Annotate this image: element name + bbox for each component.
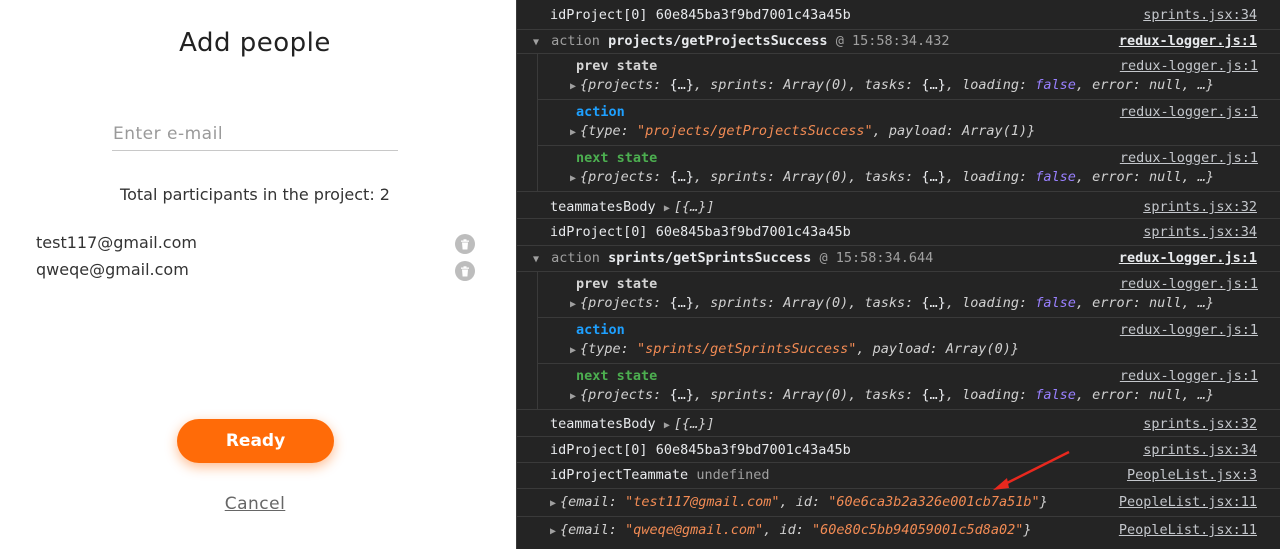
console-log-line: teammatesBody ▶ [{…}] sprints.jsx:32	[517, 192, 1280, 219]
source-link[interactable]: redux-logger.js:1	[1120, 58, 1258, 74]
devtools-console: idProject[0] 60e845ba3f9bd7001c43a45b sp…	[516, 0, 1280, 549]
source-link[interactable]: sprints.jsx:34	[1143, 442, 1257, 458]
source-link[interactable]: sprints.jsx:34	[1143, 224, 1257, 240]
redux-action-group-header[interactable]: ▼ action sprints/getSprintsSuccess @ 15:…	[517, 246, 1280, 272]
source-link[interactable]: sprints.jsx:34	[1143, 7, 1257, 23]
source-link[interactable]: redux-logger.js:1	[1119, 250, 1257, 266]
delete-participant-button[interactable]	[455, 234, 475, 254]
next-state-entry: next state redux-logger.js:1 ▶ {projects:…	[570, 368, 1258, 403]
prev-state-entry: prev state redux-logger.js:1 ▶ {projects:…	[538, 272, 1280, 318]
redux-action-group-body: prev state redux-logger.js:1 ▶ {projects:…	[537, 54, 1280, 191]
expand-triangle-icon[interactable]: ▶	[570, 173, 576, 184]
expand-triangle-icon[interactable]: ▶	[570, 299, 576, 310]
ready-button[interactable]: Ready	[177, 419, 334, 463]
add-people-modal: Add people Total participants in the pro…	[0, 0, 516, 549]
expand-triangle-icon[interactable]: ▶	[570, 127, 576, 138]
collapse-triangle-icon[interactable]: ▼	[533, 37, 539, 48]
source-link[interactable]: redux-logger.js:1	[1119, 33, 1257, 49]
action-entry: action redux-logger.js:1 ▶ {type: "projec…	[538, 100, 1280, 146]
console-log-line: teammatesBody ▶ [{…}] sprints.jsx:32	[517, 410, 1280, 437]
console-log-line: idProject[0] 60e845ba3f9bd7001c43a45b sp…	[517, 437, 1280, 463]
source-link[interactable]: redux-logger.js:1	[1120, 276, 1258, 292]
collapse-triangle-icon[interactable]: ▼	[533, 254, 539, 265]
source-link[interactable]: redux-logger.js:1	[1120, 322, 1258, 338]
action-entry: action redux-logger.js:1 ▶ {type: "sprint…	[538, 318, 1280, 364]
modal-title: Add people	[179, 28, 331, 58]
delete-participant-button[interactable]	[455, 261, 475, 281]
participants-count: Total participants in the project: 2	[120, 185, 390, 204]
source-link[interactable]: redux-logger.js:1	[1120, 368, 1258, 384]
redux-action-group-body: prev state redux-logger.js:1 ▶ {projects:…	[537, 272, 1280, 409]
console-object-line[interactable]: ▶ {email: "test117@gmail.com", id: "60e6c…	[517, 489, 1280, 517]
prev-state-entry: prev state redux-logger.js:1 ▶ {projects:…	[538, 54, 1280, 100]
source-link[interactable]: redux-logger.js:1	[1120, 150, 1258, 166]
source-link[interactable]: redux-logger.js:1	[1120, 104, 1258, 120]
console-log-line: idProject[0] 60e845ba3f9bd7001c43a45b sp…	[517, 219, 1280, 246]
action-object[interactable]: ▶ {type: "sprints/getSprintsSuccess", pay…	[570, 341, 1019, 357]
expand-triangle-icon[interactable]: ▶	[570, 391, 576, 402]
email-input[interactable]	[112, 118, 398, 151]
trash-icon	[461, 238, 469, 249]
expand-triangle-icon[interactable]: ▶	[570, 345, 576, 356]
console-log-line: idProjectTeammate undefined PeopleList.j…	[517, 463, 1280, 489]
console-log-line: idProject[0] 60e845ba3f9bd7001c43a45b sp…	[517, 0, 1280, 30]
state-object[interactable]: ▶ {projects: {…}, sprints: Array(0), task…	[570, 77, 1214, 93]
source-link[interactable]: sprints.jsx:32	[1143, 416, 1257, 432]
redux-action-group-header[interactable]: ▼ action projects/getProjectsSuccess @ 1…	[517, 30, 1280, 54]
source-link[interactable]: PeopleList.jsx:11	[1119, 522, 1257, 538]
action-object[interactable]: ▶ {type: "projects/getProjectsSuccess", p…	[570, 123, 1035, 139]
next-state-entry: next state redux-logger.js:1 ▶ {projects:…	[570, 150, 1258, 185]
trash-icon	[461, 265, 469, 276]
state-object[interactable]: ▶ {projects: {…}, sprints: Array(0), task…	[570, 169, 1214, 185]
source-link[interactable]: PeopleList.jsx:3	[1127, 467, 1257, 483]
expand-triangle-icon[interactable]: ▶	[550, 498, 556, 509]
expand-triangle-icon[interactable]: ▶	[570, 81, 576, 92]
console-object-line[interactable]: ▶ {email: "qweqe@gmail.com", id: "60e80c5…	[517, 517, 1280, 549]
expand-triangle-icon[interactable]: ▶	[550, 526, 556, 537]
annotation-arrow-icon	[993, 450, 1070, 490]
participant-email: test117@gmail.com	[36, 233, 197, 252]
participant-email: qweqe@gmail.com	[36, 260, 189, 279]
state-object[interactable]: ▶ {projects: {…}, sprints: Array(0), task…	[570, 295, 1214, 311]
state-object[interactable]: ▶ {projects: {…}, sprints: Array(0), task…	[570, 387, 1214, 403]
source-link[interactable]: sprints.jsx:32	[1143, 199, 1257, 215]
source-link[interactable]: PeopleList.jsx:11	[1119, 494, 1257, 510]
cancel-link[interactable]: Cancel	[0, 494, 510, 514]
